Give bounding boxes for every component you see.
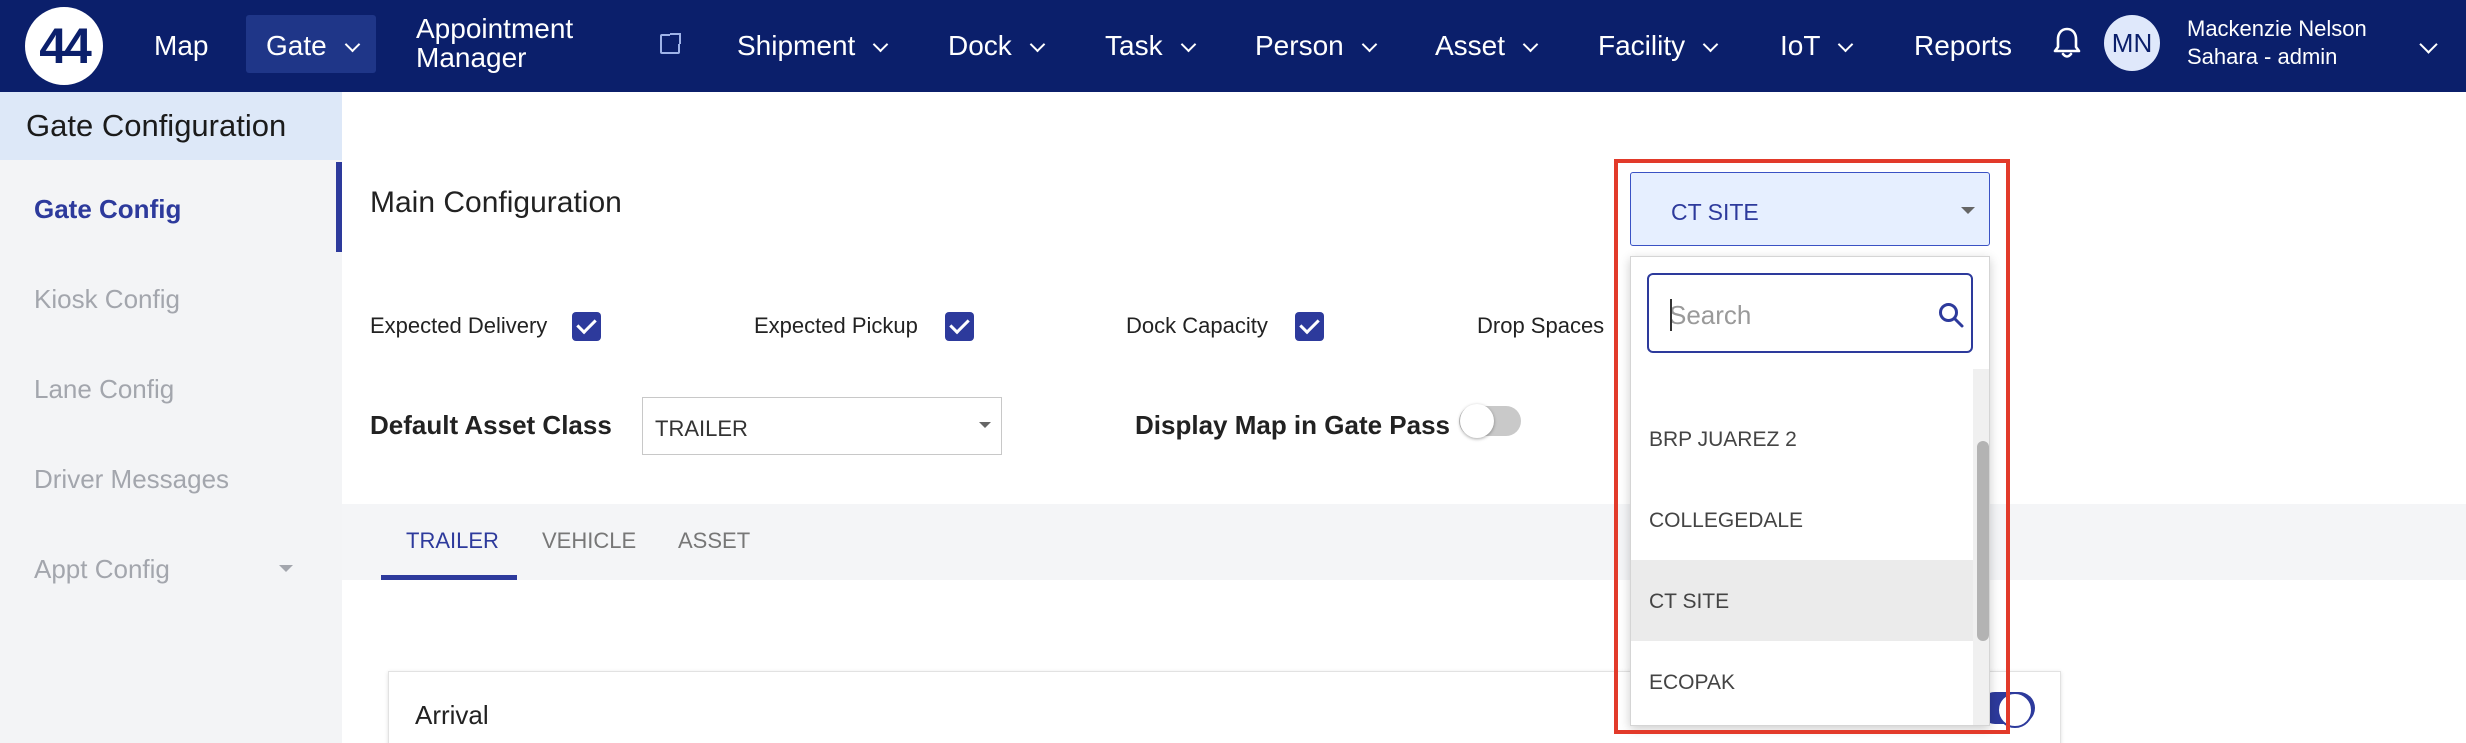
chevron-down-icon xyxy=(1522,36,1539,52)
default-asset-class-label: Default Asset Class xyxy=(370,410,612,440)
expected-pickup-label: Expected Pickup xyxy=(754,313,918,338)
nav-facility-label: Facility xyxy=(1598,30,1686,61)
chevron-down-icon xyxy=(1838,36,1854,52)
nav-item-facility[interactable]: Facility xyxy=(1598,0,1719,92)
nav-appointment-label-line1: Appointment xyxy=(416,13,574,44)
external-link-icon[interactable] xyxy=(660,33,681,54)
nav-shipment-label: Shipment xyxy=(737,30,856,61)
display-map-label: Display Map in Gate Pass xyxy=(1135,410,1451,440)
sidebar-item-appt-config[interactable]: Appt Config xyxy=(34,554,170,585)
nav-iot-label: IoT xyxy=(1780,30,1821,61)
user-avatar[interactable]: MN xyxy=(2104,15,2160,71)
nav-item-asset[interactable]: Asset xyxy=(1435,0,1539,92)
bell-icon[interactable] xyxy=(2052,26,2082,60)
chevron-down-icon xyxy=(1180,36,1196,52)
chevron-down-icon xyxy=(1361,36,1377,52)
sidebar-item-gate-config[interactable]: Gate Config xyxy=(34,194,181,225)
chevron-down-icon xyxy=(1029,36,1046,52)
arrival-label: Arrival xyxy=(415,700,489,730)
caret-down-icon[interactable] xyxy=(279,565,293,572)
asset-tabs: TRAILER VEHICLE ASSET xyxy=(342,504,2466,580)
nav-appointment-label-line2: Manager xyxy=(416,42,527,73)
caret-down-icon xyxy=(979,422,991,428)
sidebar-active-indicator xyxy=(336,162,342,252)
sidebar-item-kiosk-config[interactable]: Kiosk Config xyxy=(34,284,180,315)
expected-pickup-checkbox[interactable] xyxy=(945,312,974,341)
nav-person-label: Person xyxy=(1255,30,1344,61)
nav-gate-label: Gate xyxy=(266,30,327,61)
chevron-down-icon xyxy=(344,36,360,52)
nav-reports-label: Reports xyxy=(1914,30,2013,61)
default-asset-class-value: TRAILER xyxy=(655,416,748,441)
sidebar: Gate Configuration Gate Config Kiosk Con… xyxy=(0,92,342,743)
nav-item-gate[interactable]: Gate xyxy=(266,0,360,92)
nav-asset-label: Asset xyxy=(1435,30,1506,61)
drop-spaces-label: Drop Spaces xyxy=(1477,313,1605,338)
dock-capacity-label: Dock Capacity xyxy=(1126,313,1268,338)
user-name[interactable]: Mackenzie Nelson xyxy=(2187,16,2367,42)
top-nav-bar: 44 Map Gate Appointment Manager Shipment… xyxy=(0,0,2466,92)
nav-dock-label: Dock xyxy=(948,30,1012,61)
display-map-toggle[interactable] xyxy=(1459,404,1521,438)
highlight-annotation-box xyxy=(1614,159,2010,734)
tab-vehicle[interactable]: VEHICLE xyxy=(542,528,636,554)
chevron-down-icon[interactable] xyxy=(2419,35,2438,54)
chevron-down-icon xyxy=(1702,36,1719,52)
expected-delivery-checkbox[interactable] xyxy=(572,312,601,341)
nav-item-reports[interactable]: Reports xyxy=(1914,0,2012,92)
expected-delivery-label: Expected Delivery xyxy=(370,313,548,338)
nav-item-iot[interactable]: IoT xyxy=(1780,0,1854,92)
nav-item-map[interactable]: Map xyxy=(154,0,208,92)
page-title: Main Configuration xyxy=(370,186,622,219)
app-logo[interactable]: 44 xyxy=(25,7,103,85)
nav-map-label: Map xyxy=(154,30,209,61)
nav-item-dock[interactable]: Dock xyxy=(948,0,1046,92)
nav-item-shipment[interactable]: Shipment xyxy=(737,0,889,92)
sidebar-item-driver-messages[interactable]: Driver Messages xyxy=(34,464,229,495)
dock-capacity-checkbox[interactable] xyxy=(1295,312,1324,341)
tab-trailer[interactable]: TRAILER xyxy=(406,528,499,554)
nav-item-task[interactable]: Task xyxy=(1105,0,1196,92)
sidebar-item-lane-config[interactable]: Lane Config xyxy=(34,374,174,405)
nav-item-appointment-manager[interactable]: Appointment Manager xyxy=(416,14,573,72)
sidebar-title: Gate Configuration xyxy=(0,92,342,160)
tab-asset[interactable]: ASSET xyxy=(678,528,750,554)
nav-item-person[interactable]: Person xyxy=(1255,0,1377,92)
nav-task-label: Task xyxy=(1105,30,1163,61)
default-asset-class-select[interactable]: TRAILER xyxy=(642,397,1002,455)
active-tab-indicator xyxy=(381,575,517,580)
chevron-down-icon xyxy=(873,36,889,52)
user-role[interactable]: Sahara - admin xyxy=(2187,44,2337,70)
